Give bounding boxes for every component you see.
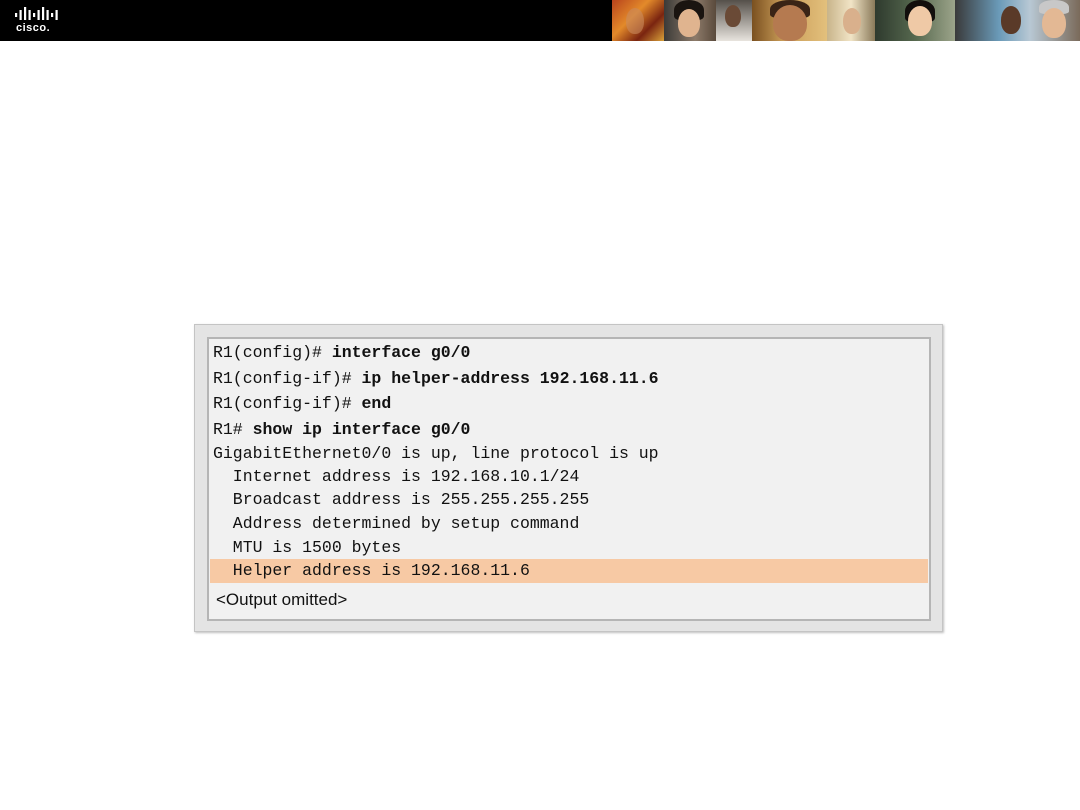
command-line-4: R1# show ip interface g0/0 (213, 420, 471, 439)
command-line-1: R1(config)# interface g0/0 (213, 343, 471, 362)
photo-3 (716, 0, 752, 41)
output-line-3: Broadcast address is 255.255.255.255 (213, 490, 590, 509)
photo-6 (875, 0, 955, 41)
output-line-2: Internet address is 192.168.10.1/24 (213, 467, 580, 486)
command-line-3: R1(config-if)# end (213, 394, 392, 413)
output-omitted-note: <Output omitted> (216, 590, 348, 609)
photo-4 (752, 0, 827, 41)
command-line-2: R1(config-if)# ip helper-address 192.168… (213, 369, 659, 388)
terminal-output: R1(config)# interface g0/0 R1(config-if)… (207, 337, 931, 621)
photo-strip (612, 0, 1080, 41)
output-line-1: GigabitEthernet0/0 is up, line protocol … (213, 444, 659, 463)
logo-text: cisco. (16, 22, 51, 34)
photo-1 (612, 0, 664, 41)
photo-2 (664, 0, 716, 41)
photo-5 (827, 0, 875, 41)
output-line-4: Address determined by setup command (213, 514, 580, 533)
header-bar: cisco. (0, 0, 1080, 41)
photo-7 (955, 0, 1080, 41)
output-line-helper: Helper address is 192.168.11.6 (213, 561, 530, 580)
cisco-logo: cisco. (14, 6, 62, 36)
output-line-5: MTU is 1500 bytes (213, 538, 402, 557)
cisco-bars-icon (15, 7, 58, 20)
